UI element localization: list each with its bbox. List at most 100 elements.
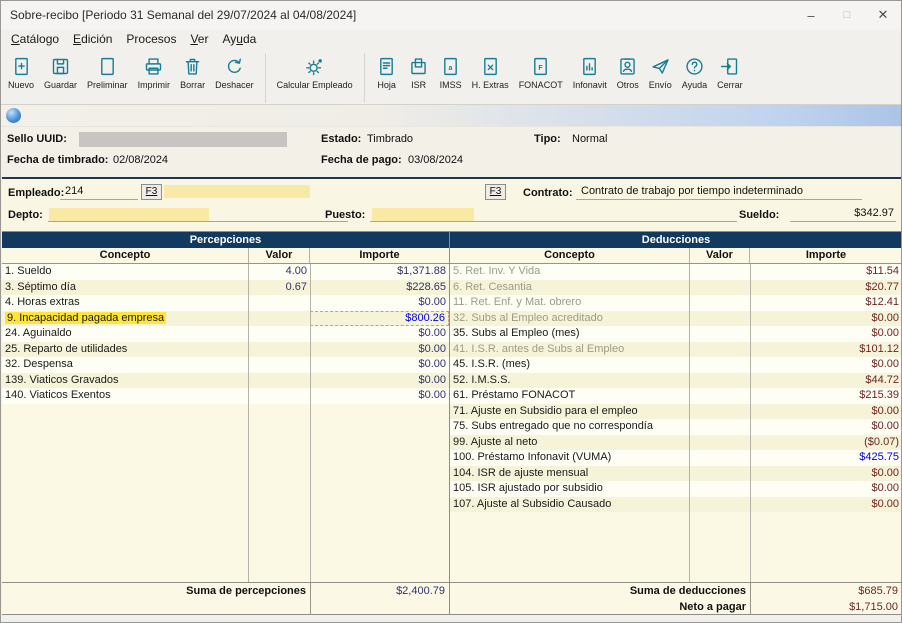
concepto-cell[interactable]: 71. Ajuste en Subsidio para el empleo bbox=[450, 404, 690, 420]
empleado-field[interactable]: 214 bbox=[60, 184, 138, 200]
concepto-cell[interactable]: 100. Préstamo Infonavit (VUMA) bbox=[450, 450, 690, 466]
valor-cell[interactable] bbox=[690, 342, 750, 358]
importe-cell[interactable]: $0.00 bbox=[750, 404, 902, 420]
concepto-cell[interactable]: 1. Sueldo bbox=[2, 264, 249, 280]
valor-cell[interactable] bbox=[690, 264, 750, 280]
importe-cell[interactable]: $0.00 bbox=[310, 326, 449, 342]
importe-cell[interactable]: $0.00 bbox=[310, 388, 449, 404]
concepto-cell[interactable]: 4. Horas extras bbox=[2, 295, 249, 311]
toolbar-button-cerrar[interactable]: Cerrar bbox=[712, 52, 748, 104]
toolbar-button-imss[interactable]: aIMSS bbox=[435, 52, 467, 104]
valor-cell[interactable] bbox=[249, 326, 310, 342]
concepto-cell[interactable]: 99. Ajuste al neto bbox=[450, 435, 690, 451]
concepto-cell[interactable]: 3. Séptimo día bbox=[2, 280, 249, 296]
close-icon[interactable]: ✕ bbox=[865, 2, 901, 28]
empleado-f3-button[interactable]: F3 bbox=[141, 184, 162, 200]
concepto-cell[interactable]: 61. Préstamo FONACOT bbox=[450, 388, 690, 404]
importe-cell[interactable]: $101.12 bbox=[750, 342, 902, 358]
importe-cell[interactable]: $0.00 bbox=[310, 295, 449, 311]
concepto-cell[interactable]: 45. I.S.R. (mes) bbox=[450, 357, 690, 373]
valor-cell[interactable] bbox=[249, 388, 310, 404]
menu-item-catalogo[interactable]: Catálogo bbox=[4, 30, 66, 48]
concepto-cell[interactable]: 6. Ret. Cesantia bbox=[450, 280, 690, 296]
valor-cell[interactable] bbox=[690, 435, 750, 451]
importe-cell[interactable]: $800.26 bbox=[310, 311, 449, 327]
valor-cell[interactable] bbox=[249, 295, 310, 311]
concepto-cell[interactable]: 11. Ret. Enf. y Mat. obrero bbox=[450, 295, 690, 311]
concepto-cell[interactable]: 35. Subs al Empleo (mes) bbox=[450, 326, 690, 342]
valor-cell[interactable] bbox=[690, 373, 750, 389]
valor-cell[interactable] bbox=[690, 295, 750, 311]
toolbar-button-nuevo[interactable]: Nuevo bbox=[3, 52, 39, 104]
valor-cell[interactable] bbox=[249, 342, 310, 358]
toolbar-button-calcularempleado[interactable]: Calcular Empleado bbox=[272, 52, 358, 104]
importe-cell[interactable]: $0.00 bbox=[750, 357, 902, 373]
toolbar-button-ayuda[interactable]: Ayuda bbox=[677, 52, 712, 104]
concepto-cell[interactable]: 5. Ret. Inv. Y Vida bbox=[450, 264, 690, 280]
toolbar-button-preliminar[interactable]: Preliminar bbox=[82, 52, 133, 104]
toolbar-button-envio[interactable]: Envío bbox=[644, 52, 677, 104]
valor-cell[interactable] bbox=[690, 450, 750, 466]
valor-cell[interactable] bbox=[690, 326, 750, 342]
valor-cell[interactable] bbox=[249, 373, 310, 389]
concepto-cell[interactable]: 140. Viaticos Exentos bbox=[2, 388, 249, 404]
concepto-cell[interactable]: 139. Viaticos Gravados bbox=[2, 373, 249, 389]
valor-cell[interactable] bbox=[690, 404, 750, 420]
importe-cell[interactable]: $0.00 bbox=[750, 466, 902, 482]
toolbar-button-fonacot[interactable]: FFONACOT bbox=[514, 52, 568, 104]
importe-cell[interactable]: $425.75 bbox=[750, 450, 902, 466]
concepto-cell[interactable]: 24. Aguinaldo bbox=[2, 326, 249, 342]
importe-cell[interactable]: ($0.07) bbox=[750, 435, 902, 451]
toolbar-button-guardar[interactable]: Guardar bbox=[39, 52, 82, 104]
concepto-cell[interactable]: 32. Despensa bbox=[2, 357, 249, 373]
valor-cell[interactable]: 4.00 bbox=[249, 264, 310, 280]
concepto-cell[interactable]: 75. Subs entregado que no correspondía bbox=[450, 419, 690, 435]
valor-cell[interactable] bbox=[690, 388, 750, 404]
importe-cell[interactable]: $0.00 bbox=[310, 373, 449, 389]
importe-cell[interactable]: $0.00 bbox=[750, 419, 902, 435]
importe-cell[interactable]: $0.00 bbox=[750, 326, 902, 342]
valor-cell[interactable] bbox=[690, 311, 750, 327]
concepto-cell[interactable]: 9. Incapacidad pagada empresa bbox=[2, 311, 249, 327]
menu-item-ayuda[interactable]: Ayuda bbox=[215, 30, 263, 48]
valor-cell[interactable] bbox=[249, 311, 310, 327]
concepto-cell[interactable]: 105. ISR ajustado por subsidio bbox=[450, 481, 690, 497]
toolbar-button-infonavit[interactable]: Infonavit bbox=[568, 52, 612, 104]
concepto-cell[interactable]: 25. Reparto de utilidades bbox=[2, 342, 249, 358]
valor-cell[interactable] bbox=[690, 466, 750, 482]
toolbar-button-isr[interactable]: ISR bbox=[403, 52, 435, 104]
valor-cell[interactable] bbox=[690, 280, 750, 296]
toolbar-button-otros[interactable]: Otros bbox=[612, 52, 644, 104]
concepto-cell[interactable]: 32. Subs al Empleo acreditado bbox=[450, 311, 690, 327]
maximize-icon[interactable]: □ bbox=[829, 2, 865, 28]
importe-cell[interactable]: $215.39 bbox=[750, 388, 902, 404]
toolbar-button-imprimir[interactable]: Imprimir bbox=[133, 52, 176, 104]
importe-cell[interactable]: $44.72 bbox=[750, 373, 902, 389]
importe-cell[interactable]: $0.00 bbox=[310, 342, 449, 358]
concepto-cell[interactable]: 41. I.S.R. antes de Subs al Empleo bbox=[450, 342, 690, 358]
valor-cell[interactable]: 0.67 bbox=[249, 280, 310, 296]
concepto-cell[interactable]: 52. I.M.S.S. bbox=[450, 373, 690, 389]
concepto-cell[interactable]: 107. Ajuste al Subsidio Causado bbox=[450, 497, 690, 513]
importe-cell[interactable]: $0.00 bbox=[750, 481, 902, 497]
concepto-cell[interactable]: 104. ISR de ajuste mensual bbox=[450, 466, 690, 482]
importe-cell[interactable]: $12.41 bbox=[750, 295, 902, 311]
importe-cell[interactable]: $0.00 bbox=[310, 357, 449, 373]
valor-cell[interactable] bbox=[690, 419, 750, 435]
valor-cell[interactable] bbox=[690, 497, 750, 513]
importe-cell[interactable]: $0.00 bbox=[750, 311, 902, 327]
toolbar-button-hoja[interactable]: Hoja bbox=[371, 52, 403, 104]
importe-cell[interactable]: $11.54 bbox=[750, 264, 902, 280]
contrato-f3-button[interactable]: F3 bbox=[485, 184, 506, 200]
valor-cell[interactable] bbox=[690, 357, 750, 373]
menu-item-procesos[interactable]: Procesos bbox=[119, 30, 183, 48]
menu-item-ver[interactable]: Ver bbox=[183, 30, 215, 48]
importe-cell[interactable]: $0.00 bbox=[750, 497, 902, 513]
minimize-icon[interactable]: – bbox=[793, 2, 829, 28]
toolbar-button-deshacer[interactable]: Deshacer bbox=[210, 52, 259, 104]
importe-cell[interactable]: $20.77 bbox=[750, 280, 902, 296]
valor-cell[interactable] bbox=[249, 357, 310, 373]
importe-cell[interactable]: $228.65 bbox=[310, 280, 449, 296]
menu-item-edicion[interactable]: Edición bbox=[66, 30, 119, 48]
toolbar-button-borrar[interactable]: Borrar bbox=[175, 52, 210, 104]
